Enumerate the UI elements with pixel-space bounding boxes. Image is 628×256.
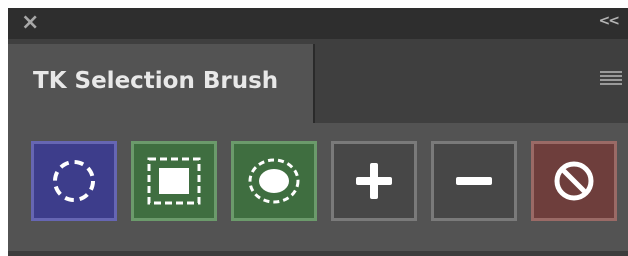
add-to-selection-tool[interactable] [331,141,417,221]
tab-title: TK Selection Brush [33,68,279,94]
plus-icon [356,163,392,199]
close-icon[interactable]: × [21,12,39,34]
dashed-circle-icon [53,160,95,202]
panel-tabstrip: TK Selection Brush [8,39,628,123]
panel-menu-icon[interactable] [600,71,622,87]
tab-tk-selection-brush[interactable]: TK Selection Brush [8,44,315,123]
subtract-from-selection-tool[interactable] [431,141,517,221]
collapse-double-chevron-icon[interactable]: << [599,13,621,29]
panel-bottom-bar [8,251,628,256]
deselect-tool[interactable] [531,141,617,221]
rectangle-selection-tool[interactable] [131,141,217,221]
minus-icon [456,177,492,185]
ellipse-selection-tool[interactable] [31,141,117,221]
panel-titlebar: × << [8,8,628,39]
dashed-oval-icon [248,158,300,204]
prohibit-icon [554,161,594,201]
oval-selection-tool[interactable] [231,141,317,221]
selection-brush-panel: × << TK Selection Brush [8,8,628,256]
dashed-square-icon [147,157,201,205]
